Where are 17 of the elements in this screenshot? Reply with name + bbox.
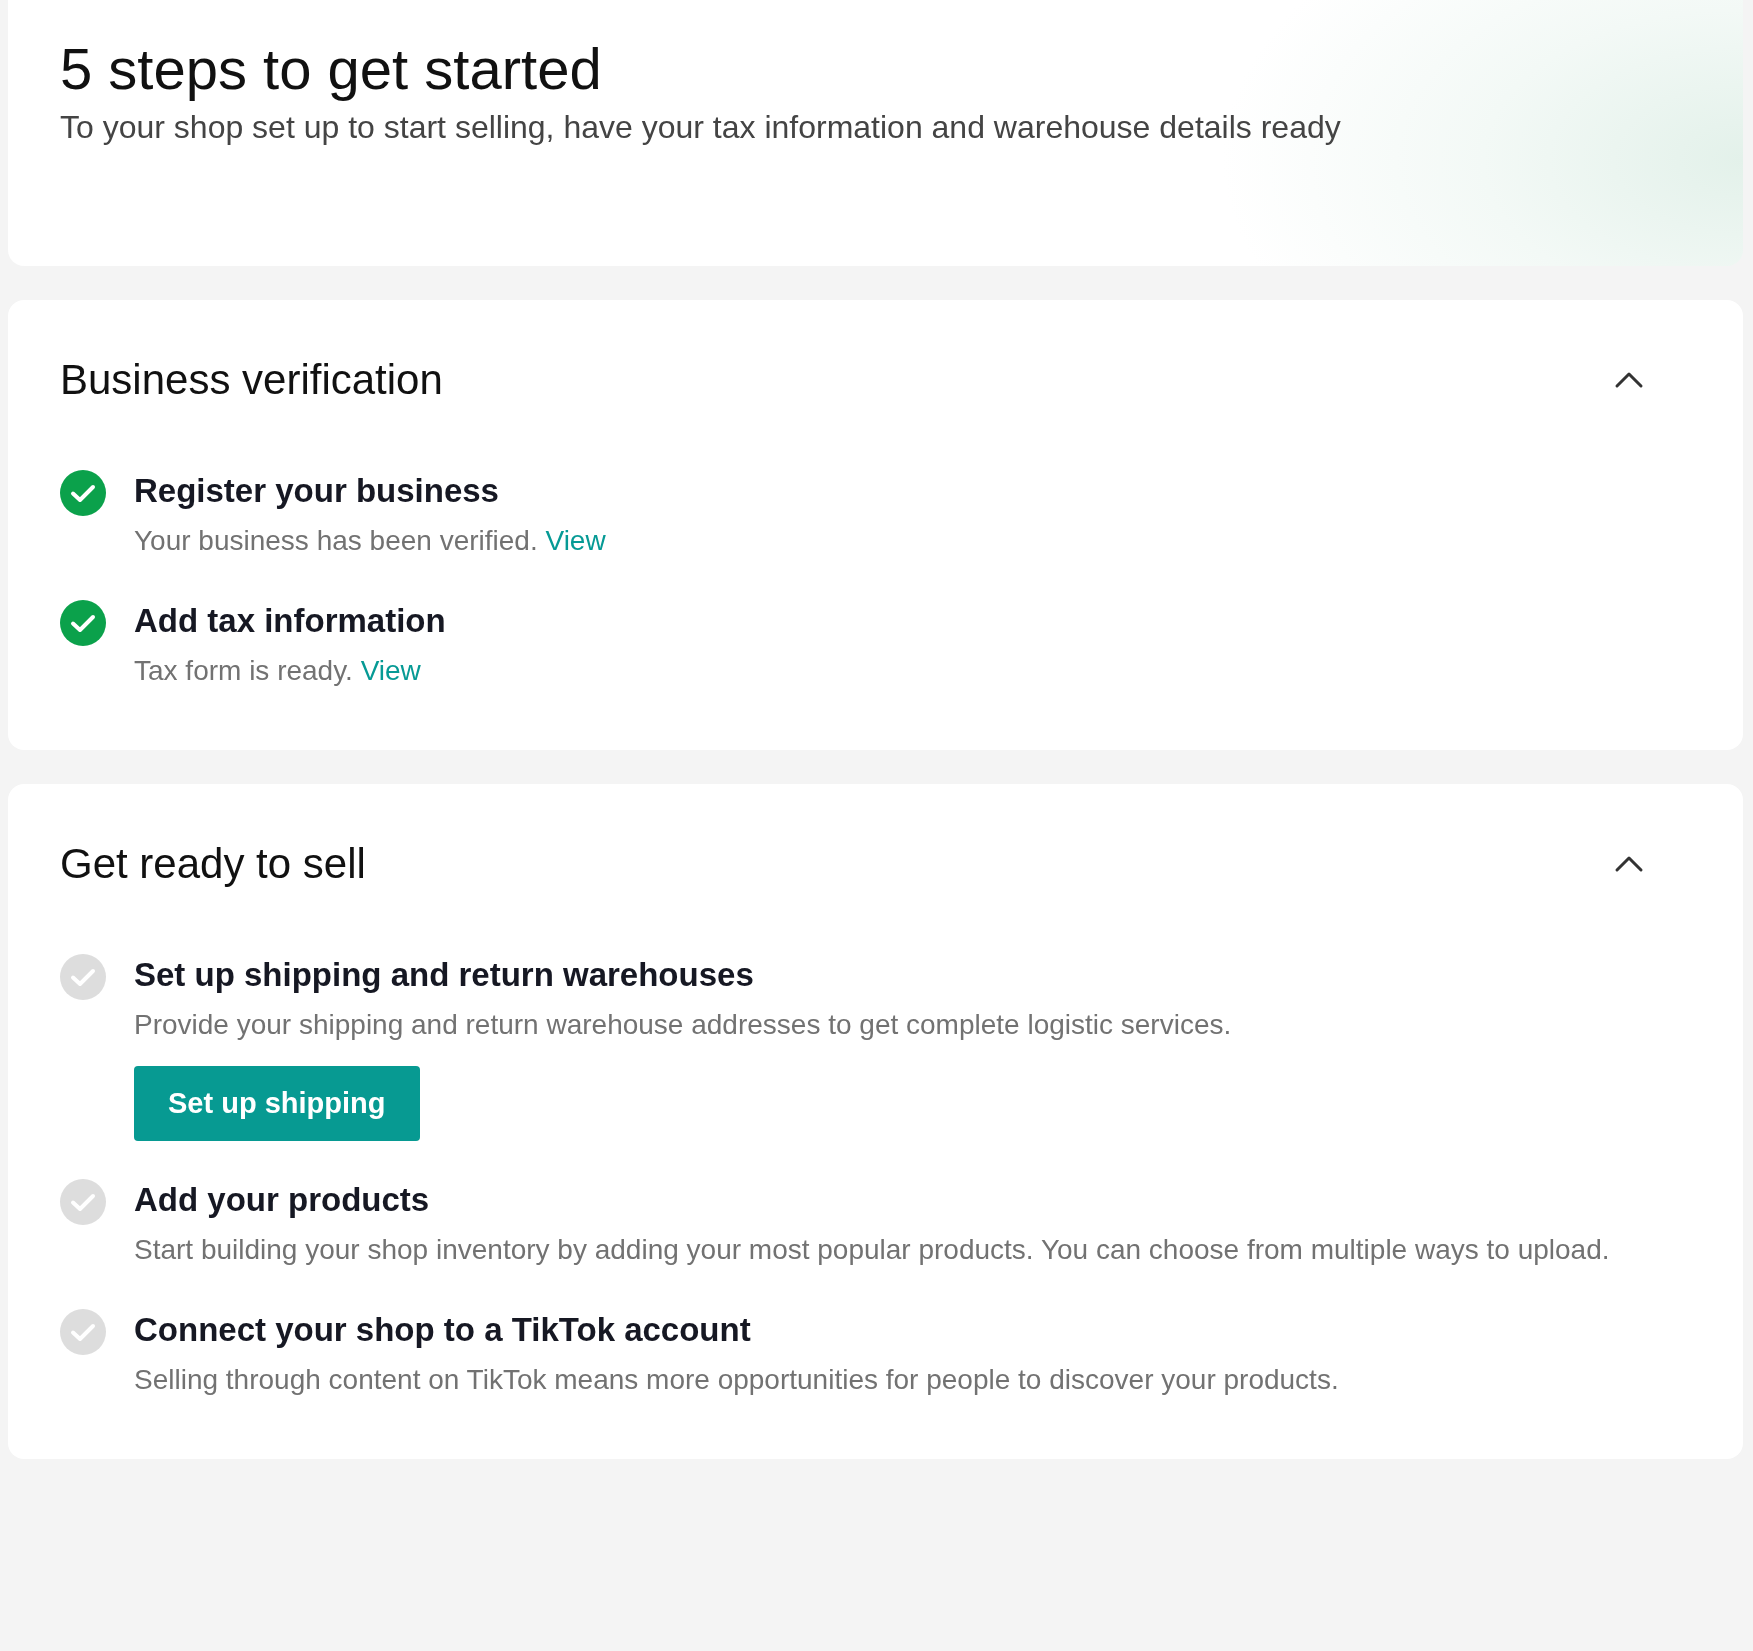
- section-title: Business verification: [60, 355, 443, 405]
- step-title: Add tax information: [134, 601, 446, 641]
- step-title: Add your products: [134, 1180, 430, 1220]
- section-title: Get ready to sell: [60, 839, 366, 889]
- step-title: Register your business: [134, 471, 499, 511]
- page-subtitle: To your shop set up to start selling, have your tax information and warehouse details ready: [60, 108, 1342, 147]
- step-description: Tax form is ready. View: [134, 654, 421, 688]
- view-link[interactable]: View: [545, 525, 606, 556]
- step-description: Provide your shipping and return warehouse addresses to get complete logistic services.: [134, 1008, 1232, 1042]
- page-title: 5 steps to get started: [60, 35, 603, 103]
- step-description: Your business has been verified. View: [134, 524, 606, 558]
- step-description: Start building your shop inventory by adding your most popular products. You can choose from multiple ways to upload.: [134, 1233, 1610, 1267]
- step-description: Selling through content on TikTok means more opportunities for people to discover your products.: [134, 1363, 1339, 1397]
- step-title: Connect your shop to a TikTok account: [134, 1310, 751, 1350]
- view-link[interactable]: View: [360, 655, 421, 686]
- set-up-shipping-button[interactable]: Set up shipping: [134, 1066, 420, 1141]
- step-title: Set up shipping and return warehouses: [134, 955, 754, 995]
